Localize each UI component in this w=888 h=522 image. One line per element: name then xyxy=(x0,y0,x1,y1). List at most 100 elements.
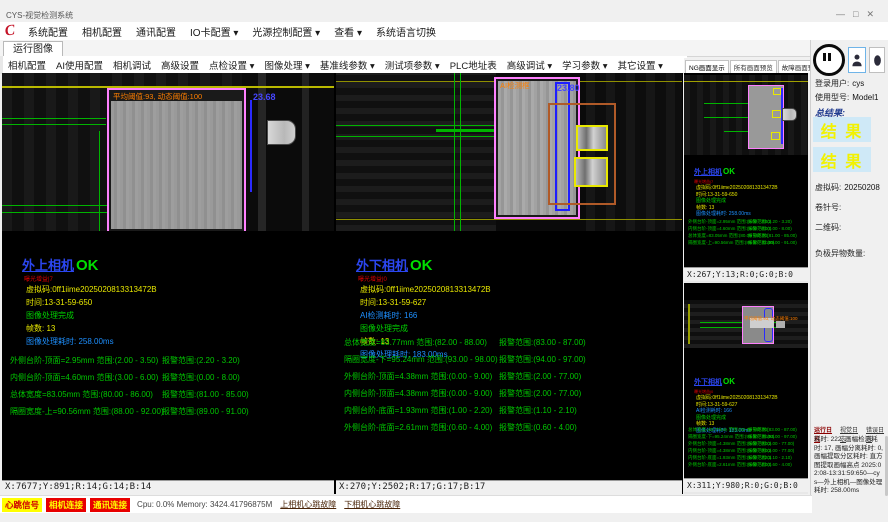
tool-image-processing[interactable]: 图像处理 ▾ xyxy=(259,58,314,72)
alarm-range: 报警范围:(83.00 - 87.00) xyxy=(748,427,797,433)
green-line xyxy=(99,131,100,231)
alarm-range: 报警范围:(1.10 - 2.10) xyxy=(748,455,792,461)
alarm-range: 报警范围:(0.00 - 8.00) xyxy=(162,372,240,383)
qrcode-label: 二维码: xyxy=(815,223,841,232)
measurement-value: 外侧台阶-顶面=4.38mm 范围:(0.00 - 9.00) xyxy=(344,371,492,382)
pixel-status-preview-top: X:267;Y:13;R:0;G:0;B:0 xyxy=(684,267,808,281)
window-title: CYS-视觉检测系统 xyxy=(6,10,73,21)
minimize-icon[interactable]: — xyxy=(836,9,853,19)
preview-header-bottom: 外下相机OK 曝光增益|0 虚拟码:0ff1iime20250208133134… xyxy=(694,371,778,434)
measurement-value: 总体宽度=83.77mm 范围:(82.00 - 88.00) xyxy=(344,337,487,348)
qrcode-row: 二维码: xyxy=(815,222,841,233)
lower-camera-fault-link[interactable]: 下相机心跳故障 xyxy=(344,499,400,510)
app-logo-icon: C xyxy=(4,22,16,40)
alarm-range: 报警范围:(94.00 - 97.00) xyxy=(499,354,586,365)
preview-image-top[interactable] xyxy=(684,75,808,155)
menu-io-config[interactable]: IO卡配置 ▾ xyxy=(183,24,245,39)
measurement-row: 隔圈宽度-上=90.56mm 范围:(88.00 - 92.00)报警范围:(8… xyxy=(2,406,334,423)
measurement-value: 隔圈宽度-下=95.24mm 范围:(93.00 - 98.00) xyxy=(344,354,498,365)
defect-rect-yellow xyxy=(773,88,781,95)
measurement-row: 隔圈宽度-上=90.56mm 范围:(88.00 - 92.00)报警范围:(8… xyxy=(684,240,808,247)
tool-ai-config[interactable]: AI使用配置 xyxy=(51,58,108,72)
ai-box-label: AI检测框 xyxy=(500,80,530,91)
tab-connector xyxy=(782,108,797,121)
tool-camera-debug[interactable]: 相机调试 xyxy=(108,58,156,72)
measurement-row: 总体宽度=83.77mm 范围:(82.00 - 88.00)报警范围:(83.… xyxy=(684,427,808,434)
camera-image-lower[interactable]: AI检测框 23.80 xyxy=(336,73,682,231)
measurement-row: 外侧台阶-顶面=4.38mm 范围:(0.00 - 9.00) 报警范围:(2.0… xyxy=(336,371,682,388)
tool-plc-address[interactable]: PLC地址表 xyxy=(445,58,502,72)
right-sidebar: 登录用户:cys 使用型号:Model1 总结果: 结 果 结 果 虚拟码:20… xyxy=(810,40,888,512)
tool-baseline-params[interactable]: 基准线参数 ▾ xyxy=(315,58,380,72)
alarm-range: 报警范围:(83.00 - 87.00) xyxy=(499,337,586,348)
pause-icon xyxy=(828,53,831,61)
alarm-range: 报警范围:(2.00 - 77.00) xyxy=(499,371,581,382)
menu-system-config[interactable]: 系统配置 xyxy=(21,24,75,39)
measurement-value: 外侧台阶-顶面=2.95mm 范围:(2.00 - 3.50) xyxy=(10,355,158,366)
bright-blob xyxy=(776,321,785,328)
menu-camera-config[interactable]: 相机配置 xyxy=(75,24,129,39)
menu-language[interactable]: 系统语言切换 xyxy=(369,24,443,39)
menu-light-config[interactable]: 光源控制配置 ▾ xyxy=(245,24,327,39)
tool-test-params[interactable]: 测试项参数 ▾ xyxy=(380,58,445,72)
result-ok: OK xyxy=(76,257,99,274)
pause-button[interactable] xyxy=(813,44,845,76)
threshold-text: 平均阈值:93, 动态阈值:100 xyxy=(113,91,202,102)
tab-ng-display[interactable]: NG画面显示 xyxy=(685,60,729,73)
tool-advanced-debug[interactable]: 高级调试 ▾ xyxy=(502,58,557,72)
green-line xyxy=(724,131,748,132)
camera-name: 外上相机 xyxy=(22,258,74,273)
tab-row: 运行图像 xyxy=(0,40,810,57)
menu-view[interactable]: 查看 ▾ xyxy=(327,24,369,39)
title-bar: CYS-视觉检测系统 —□✕ xyxy=(0,8,888,23)
measurement-row: 总体宽度=83.05mm 范围:(80.00 - 86.00)报警范围:(81.… xyxy=(684,233,808,240)
barcode-value: 20250208 xyxy=(844,183,880,192)
camera-panel-lower: AI检测框 23.80 外下相机OK 曝光增益|0 虚拟码:0ff1iime20… xyxy=(336,73,682,494)
measurement-value: 总体宽度=83.05mm 范围:(80.00 - 86.00) xyxy=(10,389,153,400)
tool-learn-params[interactable]: 学习参数 ▾ xyxy=(557,58,612,72)
preview-image-bottom[interactable]: 平均阈值:93, 动态阈值:100 xyxy=(684,300,808,348)
camera-connect-badge: 相机连接 xyxy=(46,498,86,512)
menu-comm-config[interactable]: 通讯配置 xyxy=(129,24,183,39)
pixel-status-lower: X:270;Y:2502;R:17;G:17;B:17 xyxy=(336,480,682,494)
close-icon[interactable]: ✕ xyxy=(866,9,882,19)
alarm-range: 报警范围:(2.20 - 3.20) xyxy=(162,355,240,366)
operator-button[interactable] xyxy=(869,47,885,73)
tab-connector xyxy=(267,120,296,145)
exposure-note: 曝光增益|7 xyxy=(24,274,157,283)
measurement-row: 外侧台阶-底面=2.61mm 范围:(0.60 - 4.00)报警范围:(0.6… xyxy=(684,462,808,469)
barcode-label: 虚拟码: xyxy=(815,183,841,192)
barcode-line: 虚拟码:0ff1iime2025020813313472B xyxy=(26,283,157,296)
green-line xyxy=(454,73,455,231)
result-box-upper: 结 果 xyxy=(813,117,871,142)
cpu-memory-text: Cpu: 0.0% Memory: 3424.41796875M xyxy=(137,500,272,509)
alarm-range: 报警范围:(94.00 - 97.00) xyxy=(748,434,797,440)
model-row: 使用型号:Model1 xyxy=(815,92,878,103)
tool-camera-config[interactable]: 相机配置 xyxy=(3,58,51,72)
preview-tab-row: NG画面显示 所有画面预览 故障画面预览 xyxy=(684,58,808,73)
upper-camera-fault-link[interactable]: 上相机心跳故障 xyxy=(280,499,336,510)
model-value[interactable]: Model1 xyxy=(852,93,878,102)
result-ok: OK xyxy=(723,167,735,176)
camera-image-upper[interactable]: 平均阈值:93, 动态阈值:100 23.68 xyxy=(2,73,334,231)
maximize-icon[interactable]: □ xyxy=(853,9,866,19)
tool-advanced-settings[interactable]: 高级设置 xyxy=(156,58,204,72)
measurement-row: 内侧台阶-底面=1.93mm 范围:(1.00 - 2.20)报警范围:(1.1… xyxy=(336,405,682,422)
measurement-row: 隔圈宽度-下=95.24mm 范围:(93.00 - 98.00)报警范围:(9… xyxy=(684,434,808,441)
tool-other-settings[interactable]: 其它设置 ▾ xyxy=(613,58,668,72)
measurement-list-upper: 外侧台阶-顶面=2.95mm 范围:(2.00 - 3.50) 报警范围:(2.2… xyxy=(2,355,334,423)
exposure-note: 曝光增益|0 xyxy=(358,274,491,283)
user-login-button[interactable] xyxy=(848,47,866,73)
tab-all-preview[interactable]: 所有画面预览 xyxy=(730,60,777,73)
result-box-lower: 结 果 xyxy=(813,147,871,172)
measurement-row: 总体宽度=83.05mm 范围:(80.00 - 86.00)报警范围:(81.… xyxy=(2,389,334,406)
time-line: 时间:13-31-59-627 xyxy=(360,296,491,309)
login-user-value: cys xyxy=(852,79,864,88)
tool-spotcheck-settings[interactable]: 点检设置 ▾ xyxy=(204,58,259,72)
status-bar: 心跳信号 相机连接 通讯连接 Cpu: 0.0% Memory: 3424.41… xyxy=(0,495,812,513)
tab-run-image[interactable]: 运行图像 xyxy=(3,41,63,57)
image-band xyxy=(302,73,309,231)
result-ok: OK xyxy=(410,257,433,274)
measurement-value: 内侧台阶-底面=1.93mm 范围:(1.00 - 2.20) xyxy=(344,405,492,416)
baseline-yellow xyxy=(688,304,690,344)
